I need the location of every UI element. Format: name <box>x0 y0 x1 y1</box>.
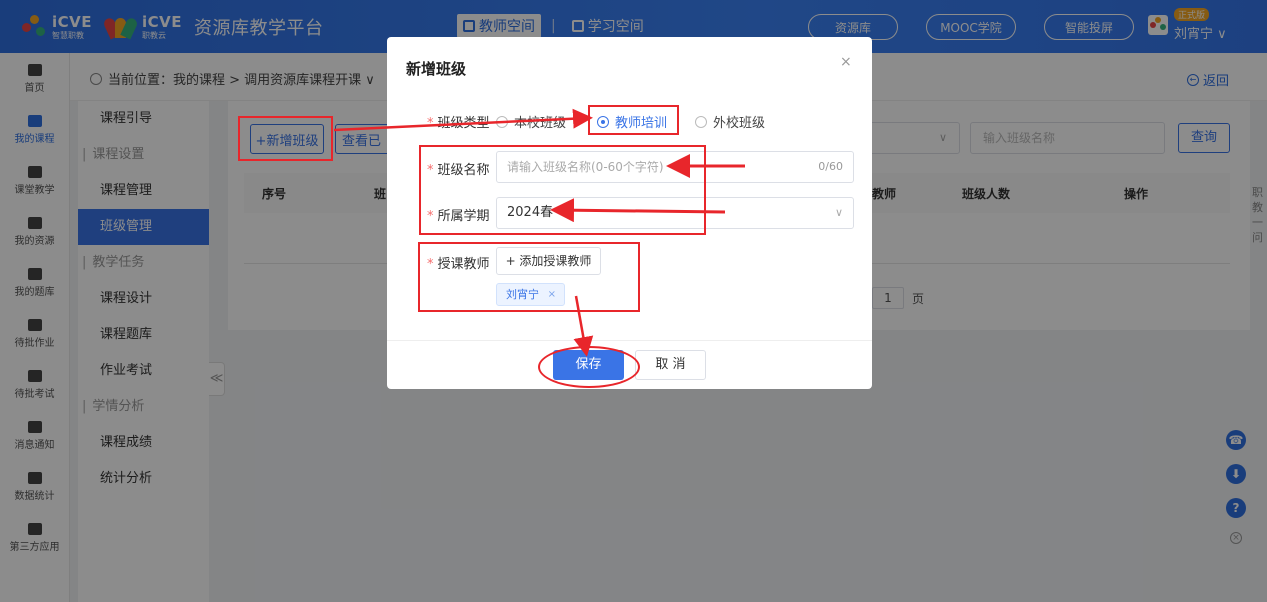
radio-external-class[interactable]: 外校班级 <box>695 112 765 131</box>
radio-school-class[interactable]: 本校班级 <box>496 112 566 131</box>
dialog-close-icon[interactable]: × <box>840 54 852 70</box>
annotation-circle-save <box>538 346 640 388</box>
chevron-down-icon: ∨ <box>834 206 843 219</box>
radio-school-label: 本校班级 <box>514 116 567 131</box>
dialog-divider <box>387 340 872 341</box>
radio-external-label: 外校班级 <box>713 116 766 131</box>
dialog-title: 新增班级 <box>406 60 467 78</box>
cancel-button[interactable]: 取 消 <box>635 350 706 380</box>
char-counter: 0/60 <box>818 160 843 173</box>
annotation-box-add-class <box>238 116 333 161</box>
annotation-box-teacher-training <box>588 105 679 135</box>
radio-unchecked-icon <box>496 115 508 128</box>
annotation-box-name-term <box>419 145 706 235</box>
radio-unchecked-icon <box>695 115 707 128</box>
class-type-label: * 班级类型 <box>427 116 490 131</box>
annotation-box-teacher <box>418 242 640 312</box>
